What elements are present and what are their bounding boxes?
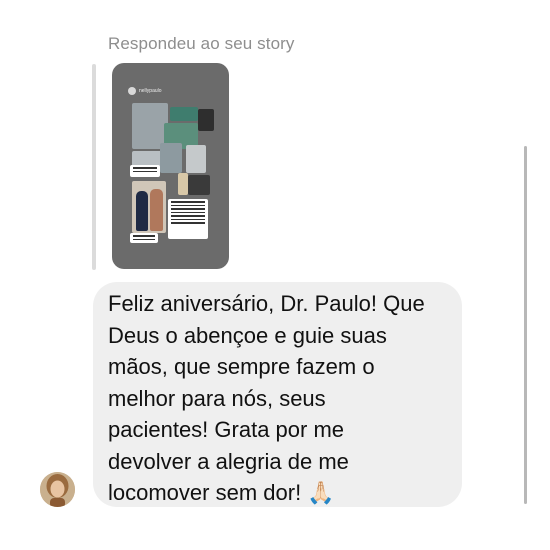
message-line: Feliz aniversário, Dr. Paulo! Que — [108, 291, 425, 316]
story-top-bar: nellypaulo — [128, 87, 216, 97]
story-photo-plaque — [188, 175, 210, 195]
story-photo-bottle — [178, 173, 188, 195]
message-line: devolver a alegria de me — [108, 448, 349, 474]
story-person-2 — [150, 189, 163, 231]
story-avatar — [128, 87, 136, 95]
message-line: Deus o abençoe e guie suas — [108, 322, 387, 348]
message-line: melhor para nós, seus — [108, 385, 326, 411]
message-line: locomover sem dor! 🙏🏻 — [108, 480, 335, 505]
sender-avatar[interactable] — [40, 472, 75, 507]
scrollbar[interactable] — [524, 146, 527, 504]
story-photo-bed — [186, 145, 206, 173]
story-thumbnail[interactable]: nellypaulo — [112, 63, 229, 269]
message-line: pacientes! Grata por me — [108, 417, 345, 442]
story-photo-surgery-1 — [170, 107, 198, 121]
story-username: nellypaulo — [139, 88, 162, 94]
message-text: Feliz aniversário, Dr. Paulo! Que Deus o… — [108, 288, 444, 509]
reply-quote-bar — [92, 64, 96, 270]
profile-avatar-icon — [40, 472, 75, 507]
story-caption-1 — [130, 165, 160, 177]
story-photo-dark — [198, 109, 214, 131]
story-caption-3 — [130, 233, 158, 243]
story-person-1 — [136, 191, 148, 231]
message-line: mãos, que sempre fazem o — [108, 354, 375, 379]
story-photo-scan — [160, 143, 182, 173]
reply-header: Respondeu ao seu story — [108, 34, 295, 53]
message-bubble[interactable]: Feliz aniversário, Dr. Paulo! Que Deus o… — [93, 282, 462, 507]
story-caption-2 — [168, 199, 208, 239]
